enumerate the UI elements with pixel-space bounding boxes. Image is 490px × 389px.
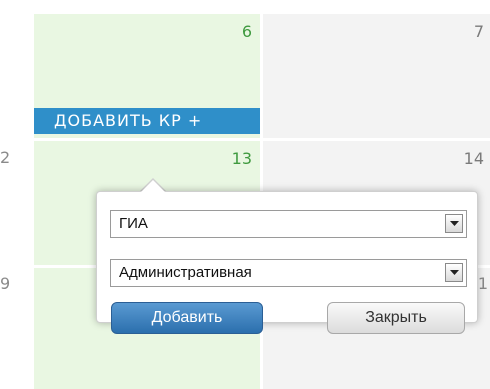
close-button[interactable]: Закрыть: [327, 302, 465, 334]
add-button[interactable]: Добавить: [111, 302, 263, 334]
add-kr-popup: ГИА Административная Добавить Закрыть: [96, 191, 478, 334]
day-number-cut: 1: [477, 274, 488, 293]
day-number: 13: [231, 149, 252, 168]
chevron-down-icon[interactable]: [445, 263, 463, 282]
type-select-value: ГИА: [119, 215, 148, 232]
chevron-down-icon[interactable]: [445, 214, 463, 233]
day-number: 14: [463, 149, 484, 168]
category-select-value: Административная: [119, 264, 252, 281]
day-number: 6: [241, 22, 252, 41]
day-number: 7: [473, 22, 484, 41]
type-select[interactable]: ГИА: [110, 210, 467, 238]
day-number-cut: 9: [0, 274, 11, 293]
popup-pointer-fill: [140, 180, 166, 193]
add-kr-button[interactable]: ДОБАВИТЬ КР +: [34, 108, 260, 134]
calendar-cell-7[interactable]: 7: [263, 14, 490, 138]
category-select[interactable]: Административная: [110, 259, 467, 287]
day-number-cut: 2: [0, 148, 11, 167]
